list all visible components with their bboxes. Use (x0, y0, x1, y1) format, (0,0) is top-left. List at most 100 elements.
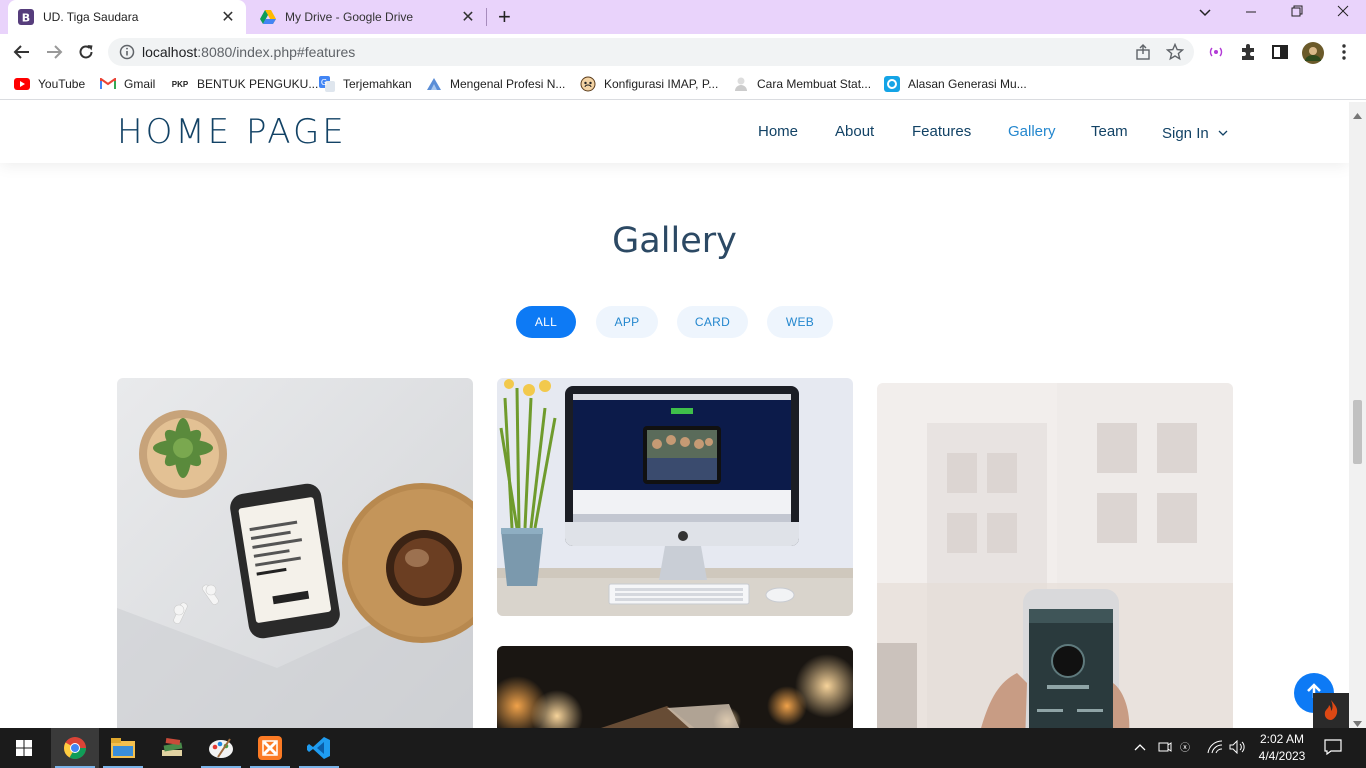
filter-all[interactable]: ALL (516, 306, 576, 338)
side-panel-icon[interactable] (1270, 42, 1290, 62)
bookmark-label: Cara Membuat Stat... (757, 77, 872, 91)
youtube-icon (14, 76, 30, 92)
phone-on-desk-image (117, 378, 473, 728)
site-logo[interactable]: HOME PAGE (117, 112, 347, 152)
bookmarks-bar: YouTube Gmail PKP BENTUK PENGUKU... G Te… (0, 70, 1366, 100)
gallery-blurred-cards[interactable] (497, 646, 853, 728)
bookmark-label: Terjemahkan (343, 77, 412, 91)
gallery-section-title: Gallery (612, 221, 737, 261)
sign-in-label: Sign In (1162, 125, 1209, 142)
bookmark-youtube[interactable]: YouTube (14, 76, 85, 92)
bookmark-star-icon[interactable] (1165, 42, 1185, 61)
volume-icon[interactable] (1229, 739, 1247, 757)
bookmark-label: Konfigurasi IMAP, P... (604, 77, 719, 91)
bookmark-label: Mengenal Profesi N... (450, 77, 566, 91)
chrome-taskbar-icon[interactable] (51, 728, 99, 768)
chevron-down-icon (1218, 123, 1228, 140)
google-drive-icon (260, 9, 276, 25)
tab-ud-tiga-saudara[interactable]: B UD. Tiga Saudara ✕ (8, 0, 246, 34)
filter-web[interactable]: WEB (767, 306, 833, 338)
file-explorer-icon[interactable] (99, 728, 147, 768)
scrollbar-thumb[interactable] (1353, 400, 1362, 464)
bookmark-label: Gmail (124, 77, 156, 91)
forward-icon[interactable] (42, 40, 66, 64)
svg-text:G: G (321, 78, 327, 87)
books-app-icon[interactable] (148, 728, 196, 768)
windows-taskbar: ⓧ 2:02 AM 4/4/2023 (0, 728, 1366, 768)
gmail-icon (100, 76, 116, 92)
tab-search-icon[interactable] (1190, 4, 1220, 20)
scroll-up-icon[interactable] (1353, 106, 1362, 124)
minimize-icon[interactable] (1236, 4, 1266, 20)
show-hidden-icons-icon[interactable] (1134, 740, 1146, 754)
site-header: HOME PAGE Home About Features Gallery Te… (0, 102, 1349, 163)
bookmark-bentuk-penguku[interactable]: PKP BENTUK PENGUKU... (171, 76, 319, 92)
system-clock[interactable]: 2:02 AM 4/4/2023 (1252, 731, 1312, 765)
chrome-menu-icon[interactable] (1334, 42, 1354, 62)
page-viewport: HOME PAGE Home About Features Gallery Te… (0, 102, 1349, 728)
close-tab-icon[interactable]: ✕ (220, 7, 236, 27)
share-icon[interactable] (1134, 43, 1152, 61)
nav-gallery[interactable]: Gallery (1008, 123, 1056, 140)
bookmark-label: Alasan Generasi Mu... (908, 77, 1027, 91)
svg-text:ⓧ: ⓧ (1180, 742, 1190, 754)
page-scrollbar[interactable] (1349, 102, 1366, 728)
bookmark-alasan-generasi[interactable]: Alasan Generasi Mu... (884, 76, 1027, 92)
clock-time: 2:02 AM (1259, 732, 1305, 746)
bootstrap-icon: B (18, 9, 34, 25)
nav-about[interactable]: About (835, 123, 874, 140)
bookmark-gmail[interactable]: Gmail (100, 76, 155, 92)
bookmark-cara-membuat[interactable]: Cara Membuat Stat... (733, 76, 871, 92)
clock-date: 4/4/2023 (1258, 749, 1306, 763)
codeigniter-toolbar-toggle[interactable] (1313, 693, 1349, 728)
new-tab-icon[interactable]: + (498, 4, 511, 30)
reload-icon[interactable] (74, 40, 98, 64)
phone-in-hand-image (877, 383, 1233, 728)
extensions-icon[interactable] (1238, 42, 1258, 62)
meet-now-icon[interactable] (1158, 740, 1172, 757)
tab-title: UD. Tiga Saudara (43, 10, 139, 24)
restore-icon[interactable] (1282, 4, 1312, 20)
gallery-phone-on-desk[interactable] (117, 378, 473, 728)
bookmark-mengenal-profesi[interactable]: Mengenal Profesi N... (426, 76, 565, 92)
tab-divider (486, 8, 487, 26)
bookmark-label: YouTube (38, 77, 86, 91)
back-icon[interactable] (10, 40, 34, 64)
tab-google-drive[interactable]: My Drive - Google Drive ✕ (250, 0, 486, 34)
site-info-icon[interactable] (118, 43, 136, 61)
windows-start-icon[interactable] (0, 728, 48, 768)
nav-team[interactable]: Team (1091, 123, 1128, 140)
address-bar[interactable]: localhost:8080/index.php#features (108, 38, 1194, 66)
pkp-icon: PKP (171, 79, 189, 89)
profile-avatar[interactable] (1302, 42, 1324, 64)
site-icon (580, 76, 596, 92)
filter-app[interactable]: APP (596, 306, 658, 338)
gallery-imac-with-flowers[interactable] (497, 378, 853, 616)
media-router-icon[interactable] (1206, 42, 1226, 62)
filter-card[interactable]: CARD (677, 306, 748, 338)
nav-home[interactable]: Home (758, 123, 798, 140)
vscode-icon[interactable] (295, 728, 343, 768)
input-method-icon[interactable]: ⓧ (1180, 740, 1198, 757)
translate-icon: G (319, 76, 335, 92)
blurred-cards-image (497, 646, 853, 728)
nav-sign-in[interactable]: Sign In (1162, 123, 1228, 142)
flame-icon (1323, 699, 1339, 726)
imac-with-flowers-image (497, 378, 853, 616)
network-icon[interactable] (1207, 740, 1223, 757)
gallery-phone-in-hand[interactable] (877, 383, 1233, 728)
close-window-icon[interactable] (1328, 4, 1358, 20)
paint-app-icon[interactable] (197, 728, 245, 768)
nav-features[interactable]: Features (912, 123, 971, 140)
bookmark-terjemahkan[interactable]: G Terjemahkan (319, 76, 412, 92)
svg-text:B: B (22, 12, 30, 25)
site-icon (733, 76, 749, 92)
notifications-icon[interactable] (1324, 739, 1342, 758)
bookmark-label: BENTUK PENGUKU... (197, 77, 319, 91)
xampp-icon[interactable] (246, 728, 294, 768)
url-text: localhost:8080/index.php#features (142, 44, 356, 60)
site-icon (426, 76, 442, 92)
close-tab-icon[interactable]: ✕ (460, 7, 476, 27)
bookmark-konfigurasi-imap[interactable]: Konfigurasi IMAP, P... (580, 76, 718, 92)
browser-tab-strip: B UD. Tiga Saudara ✕ My Drive - Google D… (0, 0, 1366, 34)
